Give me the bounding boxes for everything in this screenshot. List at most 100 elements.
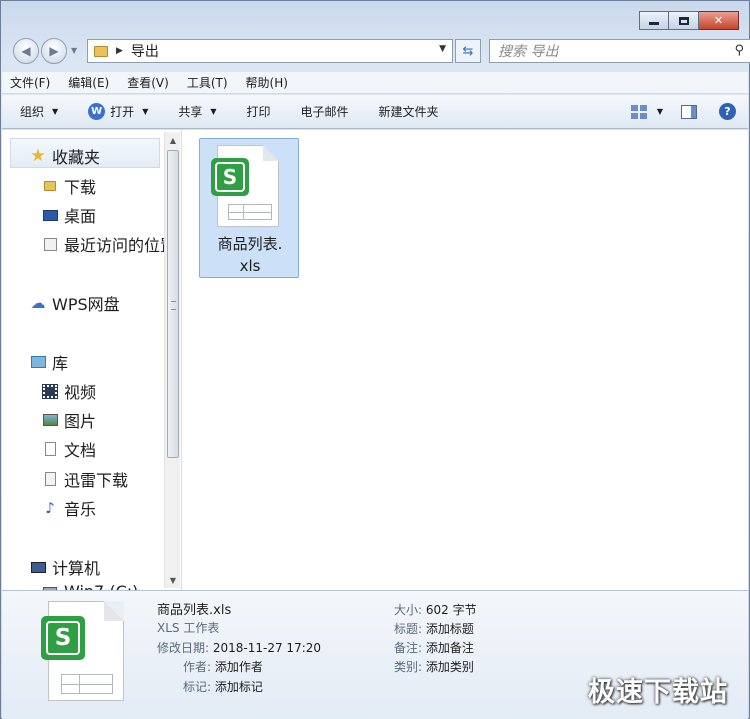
print-button[interactable]: 打印 xyxy=(247,103,271,120)
sidebar-item-desktop[interactable]: 桌面 xyxy=(42,203,96,227)
menu-view[interactable]: 查看(V) xyxy=(127,74,169,91)
change-view-icon[interactable] xyxy=(630,104,647,119)
sidebar-item-wps-cloud[interactable]: ☁ WPS网盘 xyxy=(30,291,120,315)
help-icon[interactable]: ? xyxy=(719,103,736,120)
title-value[interactable]: 添加标题 xyxy=(426,622,474,636)
search-input[interactable]: 搜索 导出 ⚲ xyxy=(489,39,750,63)
category-value[interactable]: 添加类别 xyxy=(426,660,474,674)
sidebar-item-drive-c[interactable]: Win7 (C:) xyxy=(42,582,138,590)
recent-pages-dropdown[interactable]: ▼ xyxy=(71,46,77,55)
sidebar-item-downloads[interactable]: 下载 xyxy=(42,174,96,198)
chevron-down-icon: ▼ xyxy=(210,107,217,116)
picture-icon xyxy=(42,412,58,428)
menu-tools[interactable]: 工具(T) xyxy=(187,74,228,91)
refresh-button[interactable]: ⇆ xyxy=(455,39,481,63)
computer-icon xyxy=(30,559,46,575)
organize-button[interactable]: 组织 ▼ xyxy=(20,103,58,120)
organize-label: 组织 xyxy=(20,105,45,119)
sidebar-item-documents[interactable]: 文档 xyxy=(42,437,96,461)
xls-file-icon: S xyxy=(211,145,279,227)
sidebar-item-recent[interactable]: 最近访问的位置 xyxy=(42,232,176,256)
chevron-down-icon: ▼ xyxy=(142,107,149,116)
toolbar-right: ▼ ? xyxy=(630,103,736,120)
sidebar-item-computer[interactable]: 计算机 xyxy=(30,555,100,579)
sidebar-label: 图片 xyxy=(64,412,97,431)
menu-help[interactable]: 帮助(H) xyxy=(246,74,288,91)
back-button[interactable]: ◀ xyxy=(13,38,39,64)
details-title: 标题: 添加标题 xyxy=(394,620,474,637)
modified-value: 2018-11-27 17:20 xyxy=(212,641,322,655)
minimize-button[interactable] xyxy=(639,11,669,30)
sidebar-item-xunlei[interactable]: 迅雷下载 xyxy=(42,467,128,491)
close-button[interactable]: ✕ xyxy=(699,11,739,30)
details-category: 类别: 添加类别 xyxy=(394,658,474,675)
email-label: 电子邮件 xyxy=(300,105,349,119)
sidebar-scrollbar[interactable]: ▲ ▼ xyxy=(164,132,180,588)
scroll-down-icon[interactable]: ▼ xyxy=(165,572,181,588)
share-button[interactable]: 共享 ▼ xyxy=(178,103,216,120)
size-value: 602 字节 xyxy=(425,603,477,617)
maximize-button[interactable] xyxy=(669,11,699,30)
sidebar-item-pictures[interactable]: 图片 xyxy=(42,408,96,432)
open-label: 打开 xyxy=(110,105,135,119)
details-filename: 商品列表.xls xyxy=(157,603,232,618)
details-type: XLS 工作表 xyxy=(157,621,220,635)
modified-label: 修改日期: xyxy=(157,641,210,655)
sidebar-label: WPS网盘 xyxy=(52,295,120,314)
minimize-icon xyxy=(649,22,659,25)
file-item-xls[interactable]: S 商品列表. xls xyxy=(199,138,299,278)
details-size: 大小: 602 字节 xyxy=(394,601,477,618)
comments-label: 备注: xyxy=(394,641,423,655)
desktop-icon xyxy=(42,207,58,223)
recent-places-icon xyxy=(42,236,58,252)
new-folder-button[interactable]: 新建文件夹 xyxy=(379,103,439,120)
sidebar-label: 下载 xyxy=(64,178,97,197)
search-icon[interactable]: ⚲ xyxy=(734,43,744,58)
sidebar-item-libraries[interactable]: 库 xyxy=(30,350,68,374)
menu-edit[interactable]: 编辑(E) xyxy=(68,74,109,91)
sidebar-label: 文档 xyxy=(64,441,97,460)
view-dropdown-icon[interactable]: ▼ xyxy=(657,107,663,116)
search-placeholder: 搜索 导出 xyxy=(498,44,559,60)
author-value[interactable]: 添加作者 xyxy=(215,660,263,674)
content-area: ★ 收藏夹 下载 桌面 最近访问的位置 ☁ WPS网盘 库 视频 图片 文档 迅… xyxy=(2,130,748,590)
sidebar-label: Win7 (C:) xyxy=(64,582,138,590)
share-label: 共享 xyxy=(178,105,203,119)
category-label: 类别: xyxy=(394,660,423,674)
address-bar[interactable]: ▶ 导出 ▼ xyxy=(87,39,453,63)
music-note-icon: ♪ xyxy=(45,499,55,517)
sidebar-item-videos[interactable]: 视频 xyxy=(42,379,96,403)
cloud-icon: ☁ xyxy=(30,294,46,312)
folder-icon xyxy=(94,45,108,57)
author-label: 作者: xyxy=(183,660,212,674)
sidebar-item-music[interactable]: ♪ 音乐 xyxy=(42,496,96,520)
window-controls: ✕ xyxy=(639,11,739,30)
new-folder-label: 新建文件夹 xyxy=(378,105,439,119)
navigation-bar: ◀ ▶ ▼ ▶ 导出 ▼ ⇆ 搜索 导出 ⚲ xyxy=(11,37,750,65)
breadcrumb-chevron-icon[interactable]: ▶ xyxy=(116,46,123,56)
file-name-line2: xls xyxy=(239,257,261,275)
address-dropdown[interactable]: ▼ xyxy=(439,44,446,54)
preview-pane-icon[interactable] xyxy=(681,104,697,119)
sidebar-label: 迅雷下载 xyxy=(64,471,129,490)
chevron-down-icon: ▼ xyxy=(52,107,59,116)
scroll-up-icon[interactable]: ▲ xyxy=(165,132,181,148)
file-name-label: 商品列表. xls xyxy=(200,233,300,277)
comments-value[interactable]: 添加备注 xyxy=(426,641,474,655)
menu-file[interactable]: 文件(F) xyxy=(10,74,50,91)
details-comments: 备注: 添加备注 xyxy=(394,639,474,656)
refresh-icon: ⇆ xyxy=(462,43,474,59)
back-arrow-icon: ◀ xyxy=(21,44,31,58)
scrollbar-thumb[interactable] xyxy=(167,150,179,458)
breadcrumb-current[interactable]: 导出 xyxy=(131,41,159,61)
details-pane: S 商品列表.xls XLS 工作表 修改日期: 2018-11-27 17:2… xyxy=(2,590,748,719)
star-icon: ★ xyxy=(30,146,46,166)
sidebar-label: 视频 xyxy=(64,383,97,402)
download-folder-icon xyxy=(42,471,58,487)
maximize-icon xyxy=(678,16,689,25)
sidebar-item-favorites[interactable]: ★ 收藏夹 xyxy=(30,144,100,168)
open-button[interactable]: W 打开 ▼ xyxy=(88,103,148,120)
tags-value[interactable]: 添加标记 xyxy=(215,680,263,694)
email-button[interactable]: 电子邮件 xyxy=(301,103,349,120)
forward-button[interactable]: ▶ xyxy=(41,38,67,64)
